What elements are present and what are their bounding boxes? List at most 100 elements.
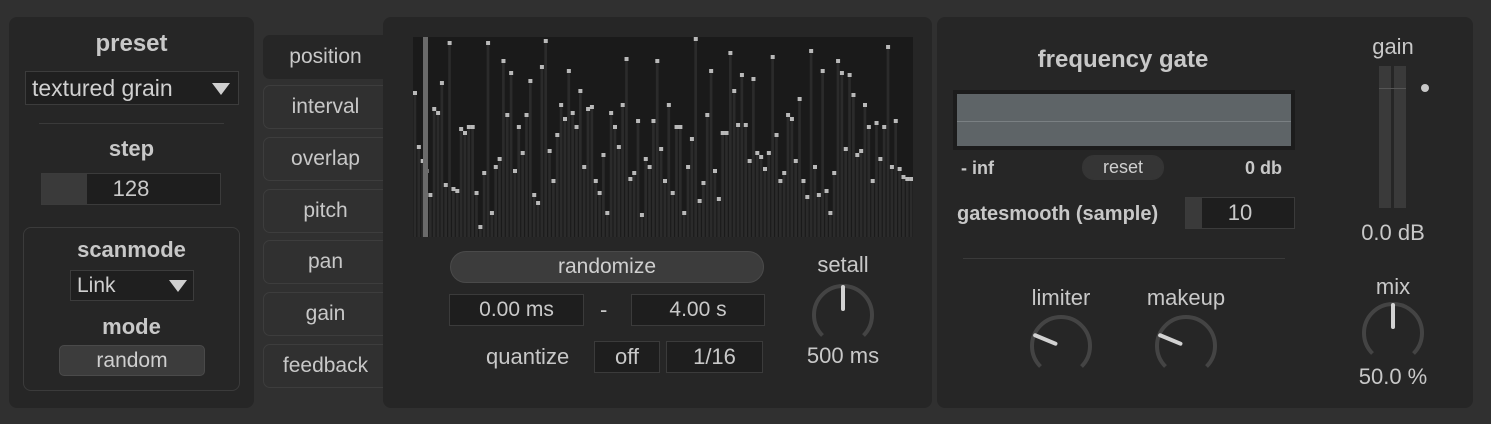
step-value-marker	[778, 179, 783, 183]
step-value-marker	[413, 91, 417, 95]
step-value-marker	[789, 117, 794, 121]
tab-position[interactable]: position	[263, 35, 388, 79]
step-bar	[852, 95, 855, 237]
step-bar	[498, 159, 501, 237]
gate-reset-button[interactable]: reset	[1082, 155, 1164, 180]
gain-meter[interactable]	[1379, 66, 1407, 208]
step-bar	[752, 79, 755, 237]
step-value-marker	[874, 121, 879, 125]
step-bar	[532, 195, 536, 237]
step-bar	[782, 173, 786, 237]
step-value-marker	[893, 119, 898, 123]
step-value-marker	[886, 45, 891, 49]
step-value-marker	[739, 73, 744, 77]
step-value-marker	[582, 165, 587, 169]
step-bar	[802, 181, 805, 237]
step-value-marker	[578, 89, 583, 93]
step-bar	[902, 177, 905, 237]
gate-title: frequency gate	[1037, 46, 1209, 73]
step-bar	[548, 151, 551, 237]
step-value-marker	[543, 39, 548, 43]
step-bar	[721, 133, 724, 237]
step-value-marker	[813, 165, 817, 169]
step-bar	[598, 193, 601, 237]
preset-selected-value: textured grain	[32, 75, 173, 101]
step-bar	[655, 61, 659, 237]
divider	[39, 123, 224, 124]
tab-overlap[interactable]: overlap	[263, 137, 388, 181]
step-value-marker	[809, 49, 814, 53]
step-bar	[867, 127, 871, 237]
makeup-knob[interactable]	[1151, 311, 1221, 381]
gate-threshold-line	[957, 121, 1291, 122]
step-bar	[859, 151, 863, 237]
preset-dropdown[interactable]: textured grain	[25, 71, 239, 105]
limiter-label: limiter	[1031, 285, 1091, 310]
step-value-marker	[882, 125, 887, 129]
step-bar	[463, 133, 467, 237]
gatesmooth-field[interactable]: 10	[1185, 197, 1295, 229]
step-value-marker	[555, 133, 560, 137]
step-bar	[667, 105, 671, 237]
setall-knob[interactable]	[808, 280, 878, 350]
tab-interval[interactable]: interval	[263, 85, 388, 129]
step-value-marker	[651, 119, 656, 123]
scanmode-dropdown[interactable]: Link	[70, 270, 194, 301]
range-min-field[interactable]: 0.00 ms	[449, 294, 584, 326]
step-number-box[interactable]: 128	[41, 173, 221, 205]
range-max-field[interactable]: 4.00 s	[631, 294, 765, 326]
step-value-marker	[747, 159, 752, 163]
tab-pan[interactable]: pan	[263, 240, 388, 284]
quantize-value[interactable]: 1/16	[666, 341, 763, 373]
step-value-marker	[759, 155, 764, 159]
mode-button[interactable]: random	[59, 345, 205, 376]
knob-track	[1155, 315, 1217, 368]
step-bar	[898, 169, 901, 237]
step-value-marker	[670, 191, 675, 195]
step-value-marker	[774, 133, 779, 137]
step-value-marker	[455, 189, 460, 193]
setall-label: setall	[817, 252, 869, 277]
step-value-marker	[786, 113, 791, 117]
step-bar	[552, 181, 555, 237]
randomize-button[interactable]: randomize	[450, 251, 764, 283]
step-bar	[475, 193, 478, 237]
step-bar	[632, 173, 636, 237]
step-value-marker	[497, 157, 502, 161]
quantize-toggle[interactable]: off	[594, 341, 660, 373]
gain-slider-handle[interactable]	[1421, 84, 1429, 92]
step-value-marker	[593, 179, 598, 183]
step-value-marker	[709, 69, 714, 73]
step-bar	[544, 41, 548, 237]
step-value-marker	[686, 165, 691, 169]
step-value-marker	[586, 107, 591, 111]
step-bar	[536, 203, 540, 237]
step-bar	[705, 115, 709, 237]
step-bar	[767, 153, 771, 237]
step-value-marker	[663, 179, 667, 183]
step-value-marker	[909, 177, 913, 181]
knob-track	[1030, 315, 1092, 368]
tab-feedback[interactable]: feedback	[263, 344, 388, 388]
step-bar	[732, 91, 736, 237]
step-value-marker	[720, 131, 725, 135]
step-value-marker	[482, 171, 487, 175]
tab-gain[interactable]: gain	[263, 292, 388, 336]
step-bar	[725, 133, 728, 237]
step-sequencer[interactable]	[413, 37, 913, 237]
step-bar	[455, 191, 459, 237]
step-bar	[886, 47, 890, 237]
step-bar	[578, 91, 582, 237]
step-bar	[890, 167, 894, 237]
step-value-marker	[816, 193, 821, 197]
gate-meter[interactable]	[953, 90, 1295, 150]
limiter-knob[interactable]	[1026, 311, 1096, 381]
step-bar	[736, 125, 740, 237]
step-value-marker	[639, 213, 644, 217]
mix-knob[interactable]	[1358, 298, 1428, 368]
tab-pitch[interactable]: pitch	[263, 189, 388, 233]
step-bar	[805, 197, 809, 237]
chevron-down-icon	[169, 280, 187, 292]
step-bar	[436, 113, 440, 237]
step-value-marker	[574, 125, 579, 129]
